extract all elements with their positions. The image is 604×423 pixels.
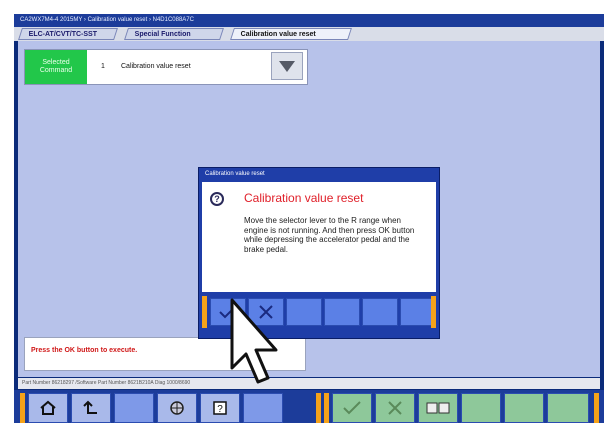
command-number: 1 [101,63,105,70]
dialog-title: Calibration value reset [205,171,265,177]
help-icon: ? [213,401,227,415]
toolbar-accent [594,393,599,423]
tab-label: Special Function [134,31,191,38]
toolbar-blank-button-4[interactable] [504,393,544,423]
toolbar-blank-button-3[interactable] [461,393,501,423]
tab-elc-at[interactable]: ELC-AT/CVT/TC-SST [18,28,118,40]
toolbar-ok-button[interactable] [332,393,372,423]
toolbar-accent [324,393,329,423]
toolbar-blank-button-5[interactable] [547,393,589,423]
dialog-blank-button-2[interactable] [324,298,360,326]
globe-icon [170,401,184,415]
dialog-blank-button-3[interactable] [362,298,398,326]
command-row: Selected Command 1 Calibration value res… [24,49,308,85]
message-text: Press the OK button to execute. [31,347,138,354]
pointer-cursor-icon [230,298,278,384]
question-icon: ? [210,192,224,206]
dialog-accent-left [202,296,207,328]
selected-command-label-line1: Selected [42,59,70,66]
dropdown-arrow-icon [279,60,295,72]
dialog-body: ? Calibration value reset Move the selec… [202,182,436,292]
tab-special-function[interactable]: Special Function [124,28,224,40]
dialog-blank-button-1[interactable] [286,298,322,326]
home-button[interactable] [28,393,68,423]
window-title: CA2WX7M4-4 2015MY › Calibration value re… [14,14,604,27]
selected-command-badge: Selected Command [25,50,87,84]
home-icon [40,400,56,415]
toolbar-accent [316,393,321,423]
toolbar-data-list-button[interactable] [418,393,458,423]
svg-text:?: ? [217,404,223,415]
back-button[interactable] [71,393,111,423]
tab-calibration-value-reset[interactable]: Calibration value reset [230,28,352,40]
data-list-icon [426,402,450,414]
check-icon [343,401,361,415]
breadcrumb-tabs: ELC-AT/CVT/TC-SST Special Function Calib… [14,27,604,41]
app-window: CA2WX7M4-4 2015MY › Calibration value re… [14,14,604,423]
globe-button[interactable] [157,393,197,423]
dialog-accent-right [431,296,436,328]
status-bar: Part Number 86218297 /Software Part Numb… [18,378,600,389]
bottom-toolbar: ? [14,390,604,423]
command-name: Calibration value reset [121,63,191,70]
dialog-message: Move the selector lever to the R range w… [244,216,415,254]
command-dropdown-button[interactable] [271,52,303,80]
main-content: Selected Command 1 Calibration value res… [18,41,600,377]
dialog-heading: Calibration value reset [244,191,364,205]
cross-icon [388,401,402,415]
tab-label: ELC-AT/CVT/TC-SST [28,31,97,38]
selected-command-label-line2: Command [39,67,73,74]
tab-label: Calibration value reset [240,31,316,38]
toolbar-blank-button-1[interactable] [114,393,154,423]
back-icon [83,400,97,414]
toolbar-accent [20,393,25,423]
toolbar-cancel-button[interactable] [375,393,415,423]
